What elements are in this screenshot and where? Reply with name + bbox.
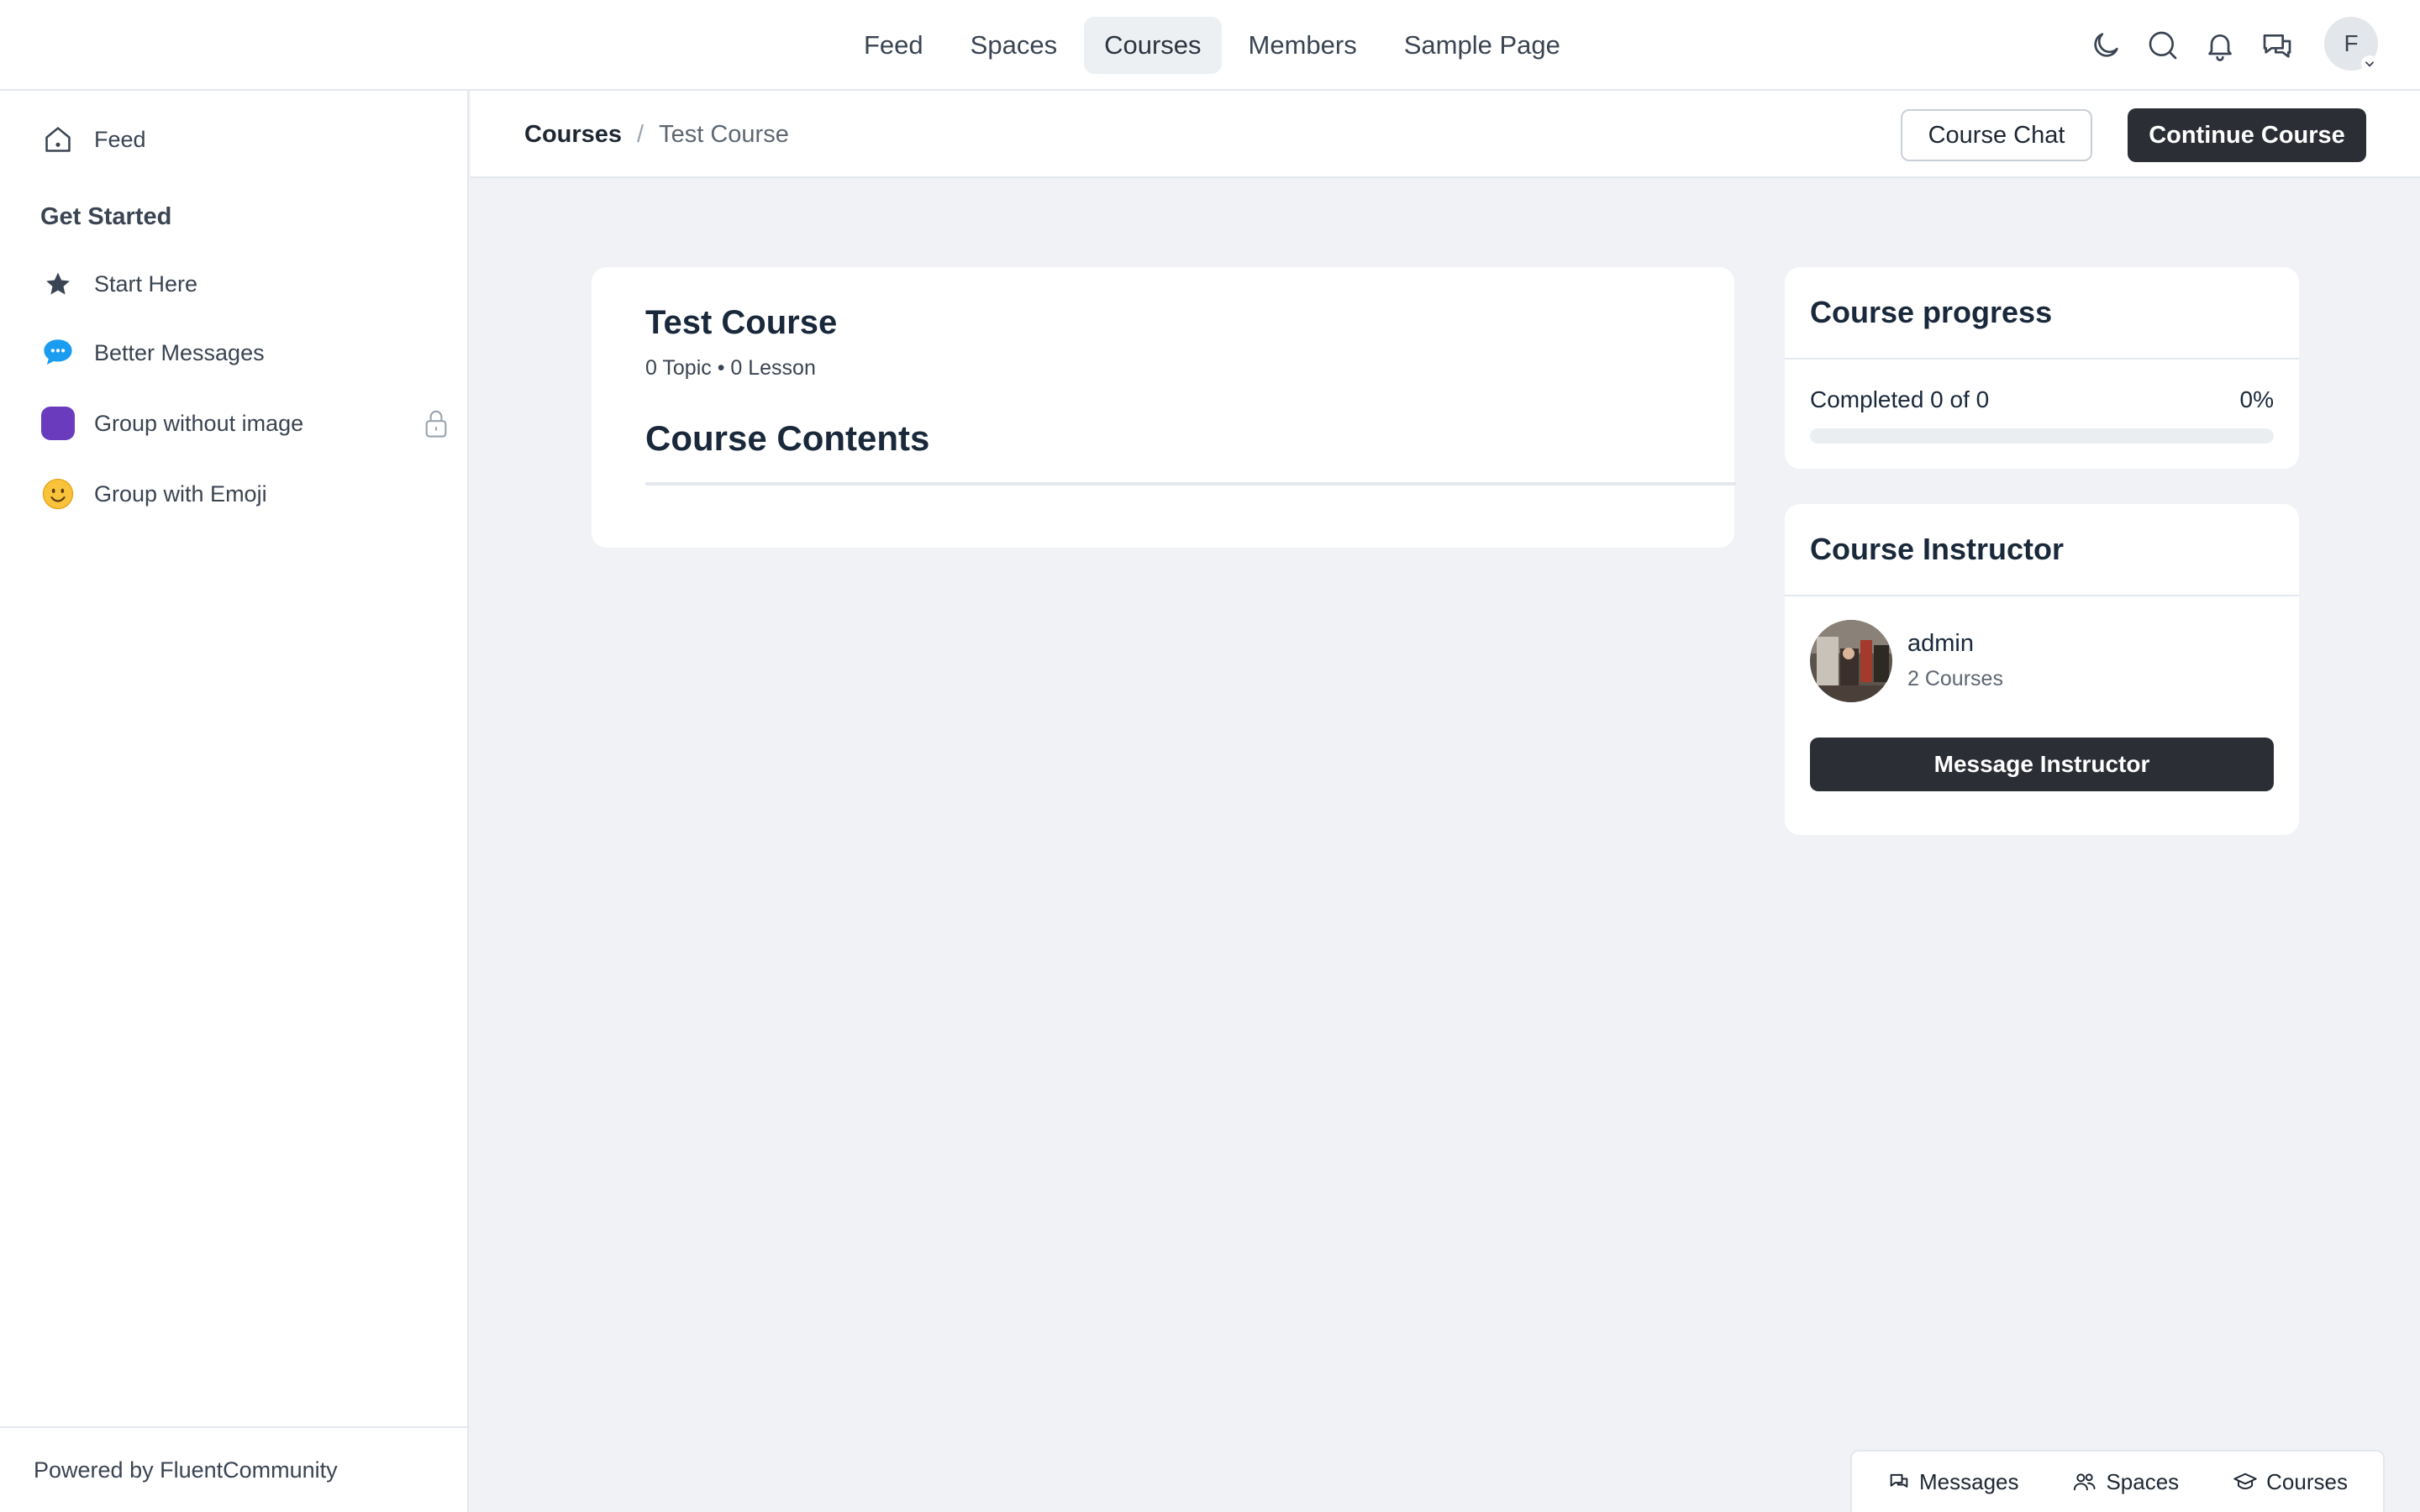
nav-sample-page[interactable]: Sample Page bbox=[1384, 17, 1581, 74]
top-navigation-bar: Feed Spaces Courses Members Sample Page … bbox=[0, 0, 2420, 91]
nav-spaces[interactable]: Spaces bbox=[950, 17, 1077, 74]
floating-bottom-bar: Messages Spaces Courses bbox=[1850, 1450, 2385, 1512]
progress-completed-text: Completed 0 of 0 bbox=[1810, 386, 1990, 412]
instructor-course-count: 2 Courses bbox=[1907, 667, 2003, 690]
sidebar-item-label: Group with Emoji bbox=[94, 480, 267, 507]
instructor-name[interactable]: admin bbox=[1907, 630, 1974, 658]
course-header: Courses / Test Course Course Chat Contin… bbox=[471, 91, 2420, 178]
course-card: Test Course 0 Topic • 0 Lesson Course Co… bbox=[592, 267, 1736, 548]
sidebar: Feed Get Started Start Here Better Messa… bbox=[0, 91, 469, 1512]
purple-square-icon bbox=[40, 406, 76, 441]
breadcrumb-separator: / bbox=[637, 120, 644, 148]
progress-bar bbox=[1810, 428, 2274, 444]
bottom-spaces-button[interactable]: Spaces bbox=[2072, 1469, 2179, 1495]
breadcrumb-current: Test Course bbox=[659, 120, 789, 148]
powered-by-text: Powered by FluentCommunity bbox=[34, 1457, 338, 1483]
chat-bubbles-icon[interactable] bbox=[2260, 29, 2294, 62]
bell-icon[interactable] bbox=[2203, 29, 2237, 62]
course-instructor-card: Course Instructor admin 2 Courses Messag… bbox=[1785, 504, 2299, 835]
sidebar-item-label: Start Here bbox=[94, 270, 198, 297]
sidebar-item-label: Feed bbox=[94, 126, 146, 152]
sidebar-item-label: Better Messages bbox=[94, 339, 265, 365]
course-progress-card: Course progress Completed 0 of 0 0% bbox=[1785, 267, 2299, 469]
chevron-down-icon bbox=[2361, 55, 2378, 72]
nav-courses[interactable]: Courses bbox=[1084, 17, 1222, 74]
course-meta: 0 Topic • 0 Lesson bbox=[645, 356, 816, 380]
home-icon bbox=[40, 122, 76, 157]
moon-icon[interactable] bbox=[2089, 29, 2123, 62]
message-instructor-button[interactable]: Message Instructor bbox=[1810, 738, 2274, 791]
sidebar-footer: Powered by FluentCommunity bbox=[0, 1426, 469, 1512]
progress-title: Course progress bbox=[1810, 295, 2053, 329]
sidebar-item-group-with-emoji[interactable]: Group with Emoji bbox=[40, 469, 418, 519]
search-icon[interactable] bbox=[2146, 29, 2180, 62]
breadcrumb: Courses / Test Course bbox=[524, 91, 789, 178]
nav-members[interactable]: Members bbox=[1228, 17, 1377, 74]
course-title: Test Course bbox=[645, 304, 838, 341]
sidebar-section-heading: Get Started bbox=[40, 203, 172, 230]
bottom-courses-label: Courses bbox=[2266, 1468, 2348, 1494]
nav-feed[interactable]: Feed bbox=[844, 17, 944, 74]
course-contents-heading: Course Contents bbox=[645, 418, 930, 458]
continue-course-button[interactable]: Continue Course bbox=[2128, 108, 2366, 162]
star-icon bbox=[40, 266, 76, 302]
divider bbox=[1785, 358, 2299, 360]
sidebar-item-start-here[interactable]: Start Here bbox=[40, 259, 418, 309]
progress-percent: 0% bbox=[2239, 386, 2274, 412]
messages-bubble-icon bbox=[40, 335, 76, 370]
breadcrumb-courses[interactable]: Courses bbox=[524, 121, 622, 149]
main-nav: Feed Spaces Courses Members Sample Page bbox=[844, 17, 1581, 74]
sidebar-item-better-messages[interactable]: Better Messages bbox=[40, 328, 418, 378]
instructor-avatar[interactable] bbox=[1810, 620, 1892, 702]
bottom-courses-button[interactable]: Courses bbox=[2233, 1469, 2348, 1495]
smiley-emoji-icon bbox=[40, 476, 76, 512]
instructor-title: Course Instructor bbox=[1810, 532, 2065, 566]
sidebar-item-label: Group without image bbox=[94, 410, 304, 436]
users-icon bbox=[2072, 1470, 2097, 1494]
bottom-messages-label: Messages bbox=[1918, 1468, 2019, 1494]
course-chat-button[interactable]: Course Chat bbox=[1901, 109, 2092, 161]
bottom-messages-button[interactable]: Messages bbox=[1887, 1468, 2019, 1495]
divider bbox=[1785, 595, 2299, 596]
messages-icon bbox=[1887, 1470, 1911, 1494]
user-initial: F bbox=[2344, 30, 2359, 56]
graduation-cap-icon bbox=[2233, 1470, 2258, 1494]
contents-divider bbox=[645, 482, 1736, 486]
lock-icon bbox=[422, 398, 450, 449]
bottom-spaces-label: Spaces bbox=[2106, 1468, 2180, 1494]
sidebar-item-feed[interactable]: Feed bbox=[40, 114, 418, 165]
sidebar-item-group-without-image[interactable]: Group without image bbox=[40, 398, 447, 449]
